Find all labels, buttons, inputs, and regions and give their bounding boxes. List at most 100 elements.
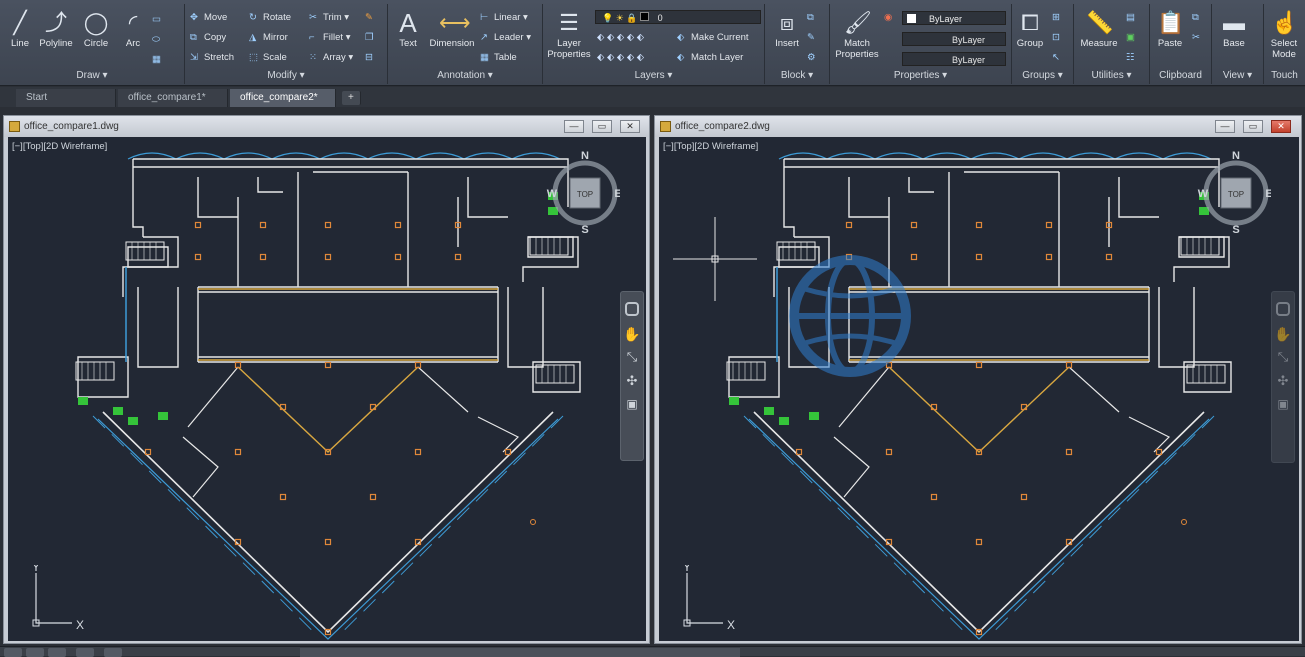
mirror-button[interactable]: ◮ Mirror: [249, 30, 288, 46]
showmotion-icon[interactable]: ▣: [1272, 397, 1294, 411]
window-title-bar[interactable]: office_compare2.dwg — ▭ ✕: [655, 116, 1301, 137]
curtain-tick: [130, 452, 143, 466]
block-panel-title[interactable]: Block ▾: [765, 70, 829, 81]
hatch-tool[interactable]: ⬭: [152, 32, 166, 48]
linear-button[interactable]: ⊢ Linear ▾: [480, 10, 528, 26]
linetype-dropdown[interactable]: ByLayer: [902, 32, 1006, 46]
layer-properties-button[interactable]: ☰ Layer Properties: [545, 10, 593, 60]
color-dropdown[interactable]: ByLayer: [902, 11, 1006, 25]
close-button[interactable]: ✕: [620, 120, 640, 133]
column-marker: [1020, 493, 1028, 501]
move-button[interactable]: ✥ Move: [190, 10, 227, 26]
explode-button[interactable]: ❐: [365, 30, 379, 46]
model-viewport-left[interactable]: [−][Top][2D Wireframe] TOP N E S W ✋ ⤡ ✣ ▣ Y…: [8, 137, 646, 641]
cut-button[interactable]: ✂: [1192, 30, 1206, 46]
table-button[interactable]: ▦ Table: [480, 50, 517, 66]
window-title-bar[interactable]: office_compare1.dwg — ▭ ✕: [4, 116, 649, 137]
steering-wheel-icon[interactable]: [1276, 302, 1290, 316]
pan-hand-icon[interactable]: ✋: [621, 326, 643, 343]
copy-clip-button[interactable]: ⧉: [1192, 10, 1206, 26]
layers-panel-title[interactable]: Layers ▾: [543, 70, 764, 81]
lineweight-dropdown[interactable]: ByLayer: [902, 52, 1006, 66]
viewport-controls-label[interactable]: [−][Top][2D Wireframe]: [663, 141, 758, 152]
ungroup-button[interactable]: ⊞: [1052, 10, 1066, 26]
fixture-block: [128, 417, 138, 425]
navigation-bar[interactable]: ✋ ⤡ ✣ ▣: [620, 291, 644, 461]
curtain-wall-arc: [1066, 152, 1116, 160]
copy-button[interactable]: ⧉ Copy: [190, 30, 226, 46]
maximize-button[interactable]: ▭: [1243, 120, 1263, 133]
orbit-icon[interactable]: ✣: [1272, 373, 1294, 389]
layer-tools-row2[interactable]: ⬖ ⬖ ⬖ ⬖ ⬖: [597, 50, 644, 66]
stretch-button[interactable]: ⇲ Stretch: [190, 50, 234, 66]
paste-button[interactable]: 📋 Paste: [1150, 10, 1190, 49]
close-button[interactable]: ✕: [1271, 120, 1291, 133]
trim-button[interactable]: ✂ Trim ▾: [309, 10, 349, 26]
view-panel-title[interactable]: View ▾: [1212, 70, 1263, 81]
navigation-bar[interactable]: ✋ ⤡ ✣ ▣: [1271, 291, 1295, 463]
tab-office-compare2[interactable]: office_compare2*: [230, 89, 336, 107]
model-viewport-right[interactable]: [−][Top][2D Wireframe] TOP N E S W ✋ ⤡ ✣ ▣ Y…: [659, 137, 1299, 641]
circle-button[interactable]: ◯ Circle: [76, 10, 116, 49]
maximize-button[interactable]: ▭: [592, 120, 612, 133]
erase-button[interactable]: ✎: [365, 10, 379, 26]
dimension-button[interactable]: ⟷ Dimension: [428, 10, 476, 49]
utilities-panel-title[interactable]: Utilities ▾: [1074, 70, 1149, 81]
group-button[interactable]: ⧠ Group: [1012, 10, 1048, 49]
wall-line: [257, 177, 283, 193]
match-properties-button[interactable]: 🖌 Match Properties: [832, 10, 882, 60]
list-button[interactable]: ☷: [1126, 50, 1140, 66]
zoom-icon[interactable]: ⤡: [1272, 349, 1294, 365]
polyline-button[interactable]: ⤴ Polyline: [36, 10, 76, 49]
annotation-panel-title[interactable]: Annotation ▾: [388, 70, 542, 81]
minimize-button[interactable]: —: [1215, 120, 1235, 133]
line-button[interactable]: ╱ Line: [0, 10, 40, 49]
copy-icon: ⧉: [190, 32, 197, 43]
viewcube[interactable]: TOP N E S W: [1191, 145, 1271, 235]
zoom-icon[interactable]: ⤡: [621, 349, 643, 365]
edit-block-button[interactable]: ✎: [807, 30, 821, 46]
rectangle-tool[interactable]: ▭: [152, 12, 166, 28]
make-current-button[interactable]: ⬖ Make Current: [677, 30, 749, 46]
offset-button[interactable]: ⊟: [365, 50, 379, 66]
rotate-button[interactable]: ↻ Rotate: [249, 10, 291, 26]
array-button[interactable]: ⁙ Array ▾: [309, 50, 353, 66]
group-edit-button[interactable]: ⊡: [1052, 30, 1066, 46]
clipboard-panel-title[interactable]: Clipboard: [1150, 70, 1211, 81]
text-button[interactable]: A Text: [388, 10, 428, 49]
layer-dropdown[interactable]: 💡 ☀ 🔒 0: [595, 10, 761, 24]
base-button[interactable]: ▬ Base: [1214, 10, 1254, 49]
steering-wheel-icon[interactable]: [625, 302, 639, 316]
column-marker: [885, 448, 893, 456]
groups-panel-title[interactable]: Groups ▾: [1012, 70, 1073, 81]
pan-hand-icon[interactable]: ✋: [1272, 326, 1294, 343]
viewcube[interactable]: TOP N E S W: [540, 145, 620, 235]
select-mode-button[interactable]: ☝ Select Mode: [1264, 10, 1304, 60]
group-select-button[interactable]: ↖: [1052, 50, 1066, 66]
insert-button[interactable]: ⧈ Insert: [767, 10, 807, 49]
minimize-button[interactable]: —: [564, 120, 584, 133]
region-tool[interactable]: ▦: [152, 52, 166, 68]
new-tab-button[interactable]: +: [342, 91, 361, 105]
modify-panel-title[interactable]: Modify ▾: [185, 70, 387, 81]
orbit-icon[interactable]: ✣: [621, 373, 643, 389]
layer-tools-row1[interactable]: ⬖ ⬖ ⬖ ⬖ ⬖: [597, 30, 644, 46]
measure-button[interactable]: 📏 Measure: [1076, 10, 1122, 49]
properties-panel-title[interactable]: Properties ▾: [830, 70, 1011, 81]
arc-button[interactable]: ◜ Arc: [113, 10, 153, 49]
tab-office-compare1[interactable]: office_compare1*: [118, 89, 228, 107]
column-marker: [845, 221, 853, 229]
scale-button[interactable]: ⬚ Scale: [249, 50, 287, 66]
draw-panel-title[interactable]: Draw ▾: [0, 70, 184, 81]
viewport-controls-label[interactable]: [−][Top][2D Wireframe]: [12, 141, 107, 152]
create-block-button[interactable]: ⧉: [807, 10, 821, 26]
match-layer-button[interactable]: ⬖ Match Layer: [677, 50, 743, 66]
calc-button[interactable]: ▤: [1126, 10, 1140, 26]
leader-button[interactable]: ↗ Leader ▾: [480, 30, 531, 46]
id-button[interactable]: ▣: [1126, 30, 1140, 46]
fillet-button[interactable]: ⌐ Fillet ▾: [309, 30, 350, 46]
block-attr-button[interactable]: ⚙: [807, 50, 821, 66]
showmotion-icon[interactable]: ▣: [621, 397, 643, 411]
ruler-icon: 📏: [1086, 10, 1114, 35]
tab-start[interactable]: Start: [16, 89, 116, 107]
